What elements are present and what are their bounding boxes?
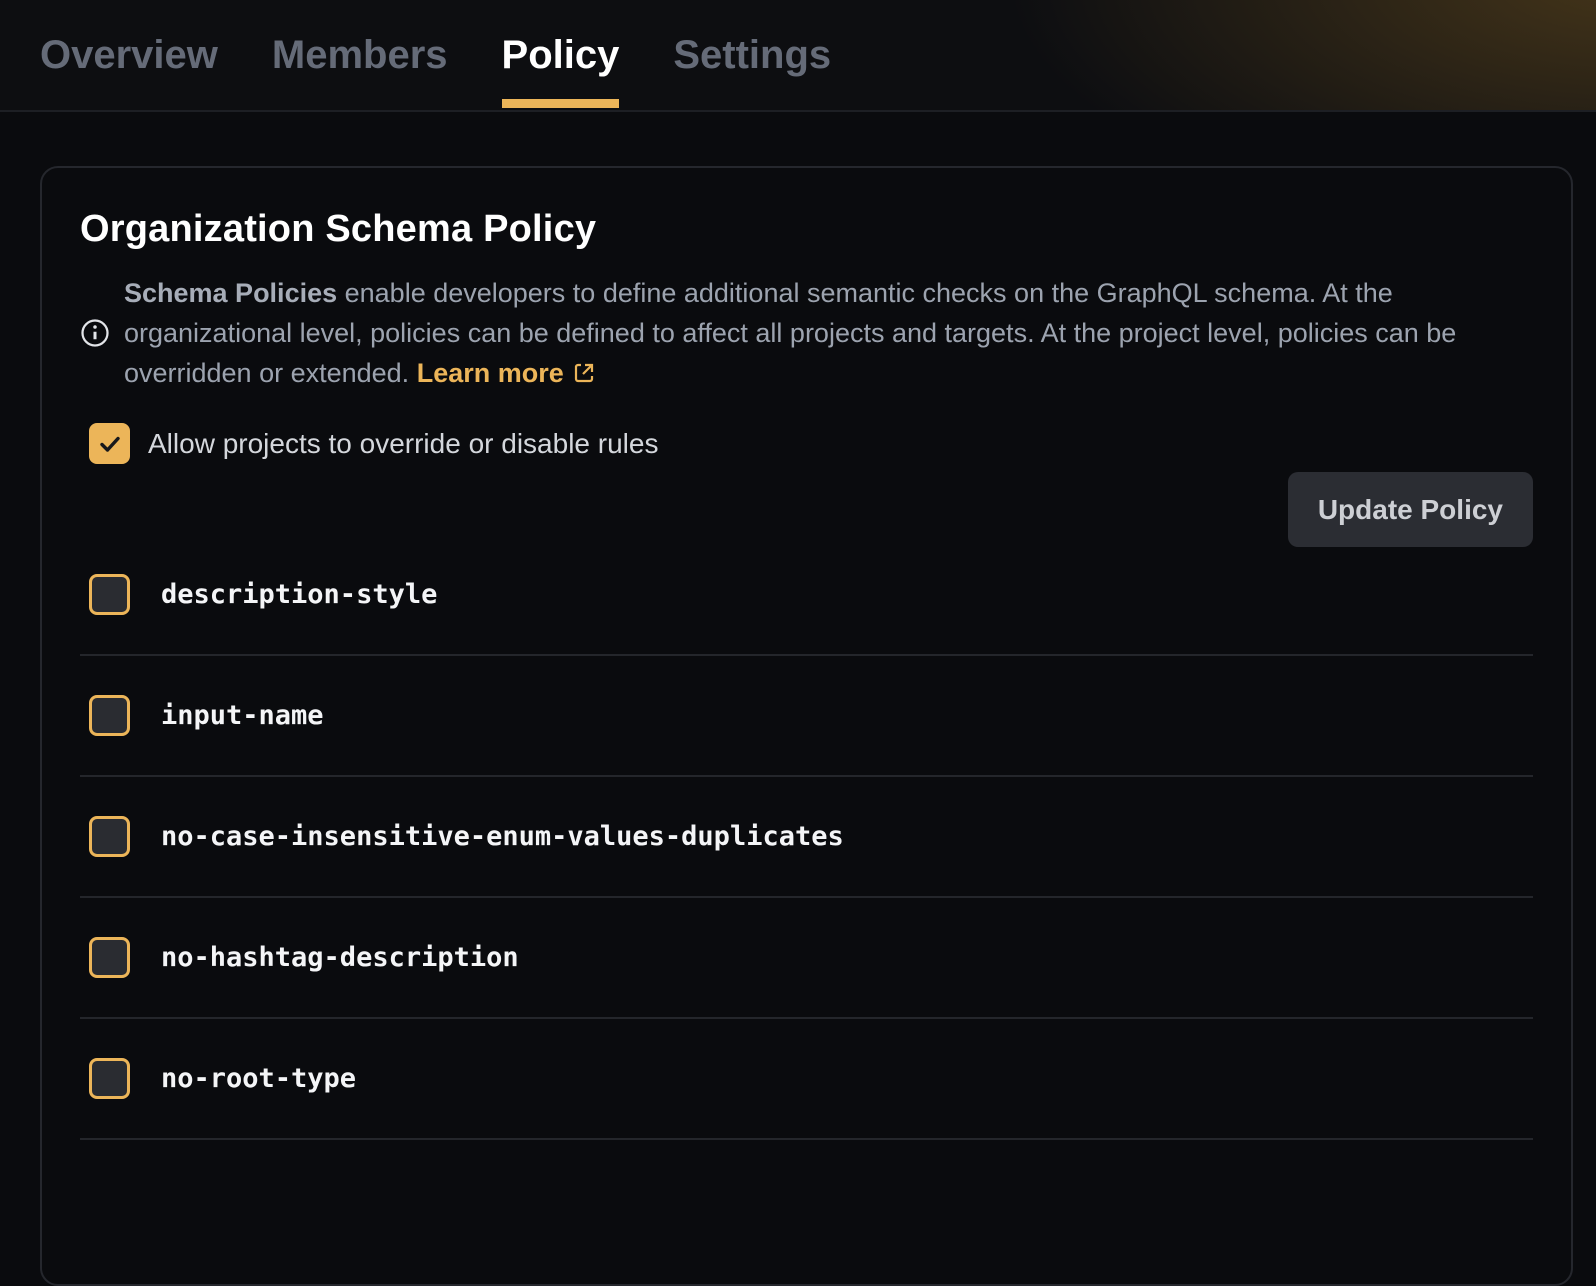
external-link-icon [572, 361, 596, 385]
rule-row-input-name[interactable]: input-name [80, 656, 1533, 777]
check-icon [98, 432, 122, 456]
policy-description: Schema Policies enable developers to def… [80, 273, 1533, 393]
rule-row-no-hashtag-description[interactable]: no-hashtag-description [80, 898, 1533, 1019]
learn-more-link[interactable]: Learn more [417, 358, 596, 388]
info-icon [80, 318, 110, 348]
rule-checkbox[interactable] [89, 816, 130, 857]
tab-overview[interactable]: Overview [40, 0, 218, 110]
rule-name: description-style [161, 579, 437, 610]
tab-settings[interactable]: Settings [673, 0, 831, 110]
allow-override-label: Allow projects to override or disable ru… [148, 428, 658, 460]
rule-row-description-style[interactable]: description-style [80, 535, 1533, 656]
rule-name: no-root-type [161, 1063, 356, 1094]
description-lead: Schema Policies [124, 278, 337, 308]
rule-checkbox[interactable] [89, 1058, 130, 1099]
rule-name: no-case-insensitive-enum-values-duplicat… [161, 821, 844, 852]
allow-override-checkbox[interactable] [89, 423, 130, 464]
rules-list: description-style input-name no-case-ins… [80, 535, 1533, 1140]
rule-name: input-name [161, 700, 324, 731]
tab-bar: Overview Members Policy Settings [0, 0, 1596, 112]
rule-name: no-hashtag-description [161, 942, 519, 973]
schema-policy-card: Organization Schema Policy Schema Polici… [40, 166, 1573, 1286]
rule-row-no-case-insensitive-enum-values-duplicates[interactable]: no-case-insensitive-enum-values-duplicat… [80, 777, 1533, 898]
rule-checkbox[interactable] [89, 695, 130, 736]
tab-members[interactable]: Members [272, 0, 448, 110]
tab-policy[interactable]: Policy [502, 0, 620, 110]
page-title: Organization Schema Policy [80, 208, 1533, 251]
learn-more-label: Learn more [417, 358, 564, 388]
policy-description-text: Schema Policies enable developers to def… [124, 273, 1533, 393]
rule-row-no-root-type[interactable]: no-root-type [80, 1019, 1533, 1140]
update-policy-button[interactable]: Update Policy [1288, 472, 1533, 547]
policy-page: Organization Schema Policy Schema Polici… [0, 166, 1596, 1286]
allow-override-row[interactable]: Allow projects to override or disable ru… [80, 423, 658, 464]
rule-checkbox[interactable] [89, 574, 130, 615]
rule-checkbox[interactable] [89, 937, 130, 978]
